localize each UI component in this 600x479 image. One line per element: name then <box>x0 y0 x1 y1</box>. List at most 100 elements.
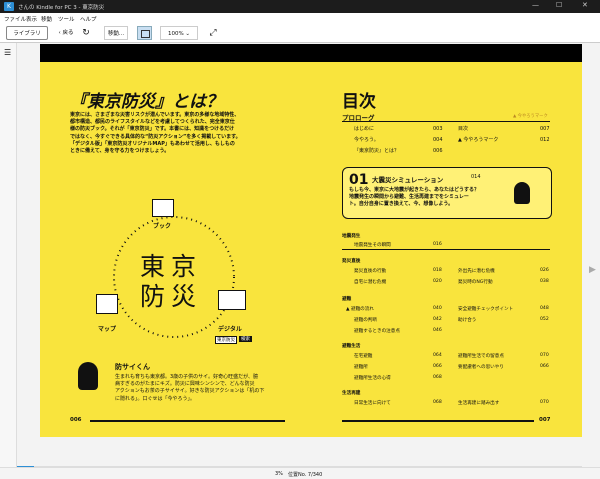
toc-page: 026 <box>540 268 549 273</box>
toc-item[interactable]: 避難の判断 <box>354 317 377 323</box>
toc-item[interactable]: 避難するときの注意点 <box>354 328 400 334</box>
menu-view[interactable]: 表示 <box>26 15 37 23</box>
book-page-spread[interactable]: 『東京防災』とは？ 東京には、さまざまな災害リスクが潜んでいます。東京の多様な地… <box>40 62 582 437</box>
title-bar: K さんの Kindle for PC 3 - 東京防災 — ☐ ✕ <box>0 0 600 13</box>
toc-item[interactable]: 生活再建に踏み出す <box>458 400 499 406</box>
mascot-description: 生まれも育ちも東京都。3歳の子供のサイ。好奇心旺盛だが、臆 病すぎるのがたまにキ… <box>115 374 265 402</box>
left-page-title: 『東京防災』とは？ <box>70 92 223 112</box>
prologue-rule <box>342 121 550 122</box>
toc-item[interactable]: 安全避難チェックポイント <box>458 306 513 312</box>
chapter-number: 01 <box>349 172 369 188</box>
chapter-description: もしも今、東京に大地震が起きたら、あなたはどうする？ 地震発生の瞬間から避難、生… <box>349 187 480 208</box>
search-tag-label: 東京防災 <box>215 336 237 344</box>
digital-monitor-icon <box>218 290 246 310</box>
menu-go[interactable]: 移動 <box>41 15 52 23</box>
toc-item[interactable]: 今やろう。 <box>354 137 379 144</box>
window-title: さんの Kindle for PC 3 - 東京防災 <box>18 5 105 11</box>
navigation-sidebar: ☰ <box>0 43 17 467</box>
back-label: 戻る <box>62 30 74 36</box>
mascot-icon <box>78 362 98 390</box>
section-heading: 避難生活 <box>342 344 361 349</box>
menu-file[interactable]: ファイル <box>4 15 26 23</box>
toolbar: ライブラリ ‹ 戻る ↻ 移動... ⌄ 100% ⌄ ⤢ <box>0 23 600 51</box>
left-intro-text: 東京には、さまざまな災害リスクが潜んでいます。東京の多様な地域特性、 都市構造、… <box>70 112 241 155</box>
center-title-2: 防災 <box>140 282 203 311</box>
toc-item[interactable]: はじめに <box>354 126 374 133</box>
menu-tools[interactable]: ツール <box>58 15 75 23</box>
toc-page: 016 <box>433 242 442 247</box>
toc-item[interactable]: ▲ 今やろうマーク <box>458 137 498 144</box>
right-footer-rule <box>342 420 534 422</box>
maximize-icon[interactable]: ☐ <box>556 1 562 9</box>
toc-page: 068 <box>433 400 442 405</box>
toc-page: 066 <box>433 364 442 369</box>
toc-item[interactable]: 外出先に潜む危機 <box>458 268 495 274</box>
toc-page: 012 <box>540 137 550 143</box>
right-page-title: 目次 <box>342 92 376 112</box>
progress-percent: 3% <box>275 471 283 477</box>
toc-item[interactable]: 助け合う <box>458 317 476 323</box>
location-text: 位置No. 7/340 <box>288 472 323 478</box>
book-label: ブック <box>153 223 172 230</box>
toc-item[interactable]: 避難所生活の心得 <box>354 375 391 381</box>
toc-item[interactable]: 自宅に潜む危機 <box>354 279 386 285</box>
menu-bar: ファイル 表示 移動 ツール ヘルプ <box>0 13 600 23</box>
map-icon <box>96 294 118 314</box>
toc-item[interactable]: 『東京防災』とは？ <box>354 148 399 155</box>
toc-item[interactable]: 地震発生その瞬間 <box>354 242 391 248</box>
toc-item[interactable]: 避難所生活での留意点 <box>458 353 504 359</box>
toc-item[interactable]: 発災直後の行動 <box>354 268 386 274</box>
zoom-select[interactable]: 100% ⌄ <box>160 26 198 40</box>
toc-page: 070 <box>540 353 549 358</box>
library-button[interactable]: ライブラリ <box>6 26 48 40</box>
fullscreen-icon[interactable]: ⤢ <box>207 26 219 40</box>
close-icon[interactable]: ✕ <box>582 1 588 9</box>
toc-page: 007 <box>540 126 550 132</box>
section-rule <box>342 249 550 250</box>
two-page-view-icon[interactable] <box>137 26 152 40</box>
chapter-page: 014 <box>471 174 481 180</box>
toc-item[interactable]: 要配慮者への思いやり <box>458 364 504 370</box>
toc-page: 004 <box>433 137 443 143</box>
toc-page: 038 <box>540 279 549 284</box>
toc-item[interactable]: 日常生活に向けて <box>354 400 391 406</box>
status-bar: 3% 位置No. 7/340 <box>0 467 600 479</box>
left-footer-rule <box>90 420 285 422</box>
menu-help[interactable]: ヘルプ <box>80 15 97 23</box>
digital-label: デジタル <box>218 326 242 333</box>
section-heading: 発災直後 <box>342 259 361 264</box>
toc-page: 048 <box>540 306 549 311</box>
back-button[interactable]: ‹ 戻る <box>55 26 77 40</box>
goto-button[interactable]: 移動... ⌄ <box>104 26 128 51</box>
toc-item[interactable]: ▲ 避難の流れ <box>346 306 374 312</box>
next-page-arrow-icon[interactable]: ▶ <box>589 265 596 275</box>
left-page-number: 006 <box>70 417 82 423</box>
right-page-number: 007 <box>539 417 551 423</box>
goto-label: 移動... <box>107 31 125 37</box>
section-heading: 地震発生 <box>342 234 361 239</box>
toc-item[interactable]: 発災時のNG行動 <box>458 279 493 285</box>
minimize-icon[interactable]: — <box>532 1 539 9</box>
chapter-mascot-icon <box>514 182 530 204</box>
toc-item[interactable]: 目次 <box>458 126 468 133</box>
zoom-value: 100% <box>167 31 184 37</box>
toc-page: 052 <box>540 317 549 322</box>
toc-page: 006 <box>433 148 443 154</box>
toc-page: 040 <box>433 306 442 311</box>
refresh-icon[interactable]: ↻ <box>80 26 92 40</box>
section-heading: 避難 <box>342 297 352 302</box>
toc-page: 066 <box>540 364 549 369</box>
toc-item[interactable]: 在宅避難 <box>354 353 372 359</box>
section-heading: 生活再建 <box>342 391 361 396</box>
toc-page: 042 <box>433 317 442 322</box>
kindle-app-icon: K <box>4 2 14 11</box>
toc-item[interactable]: 避難所 <box>354 364 368 370</box>
table-of-contents-icon[interactable]: ☰ <box>4 48 11 57</box>
map-label: マップ <box>98 326 117 333</box>
toc-page: 070 <box>540 400 549 405</box>
mark-legend: ▲ 今やろうマーク <box>513 114 548 119</box>
toc-page: 020 <box>433 279 442 284</box>
chapter-title: 大震災シミュレーション <box>372 176 444 184</box>
search-tag-button: 検索 <box>239 336 252 342</box>
zoom-chevron-icon: ⌄ <box>183 31 191 37</box>
